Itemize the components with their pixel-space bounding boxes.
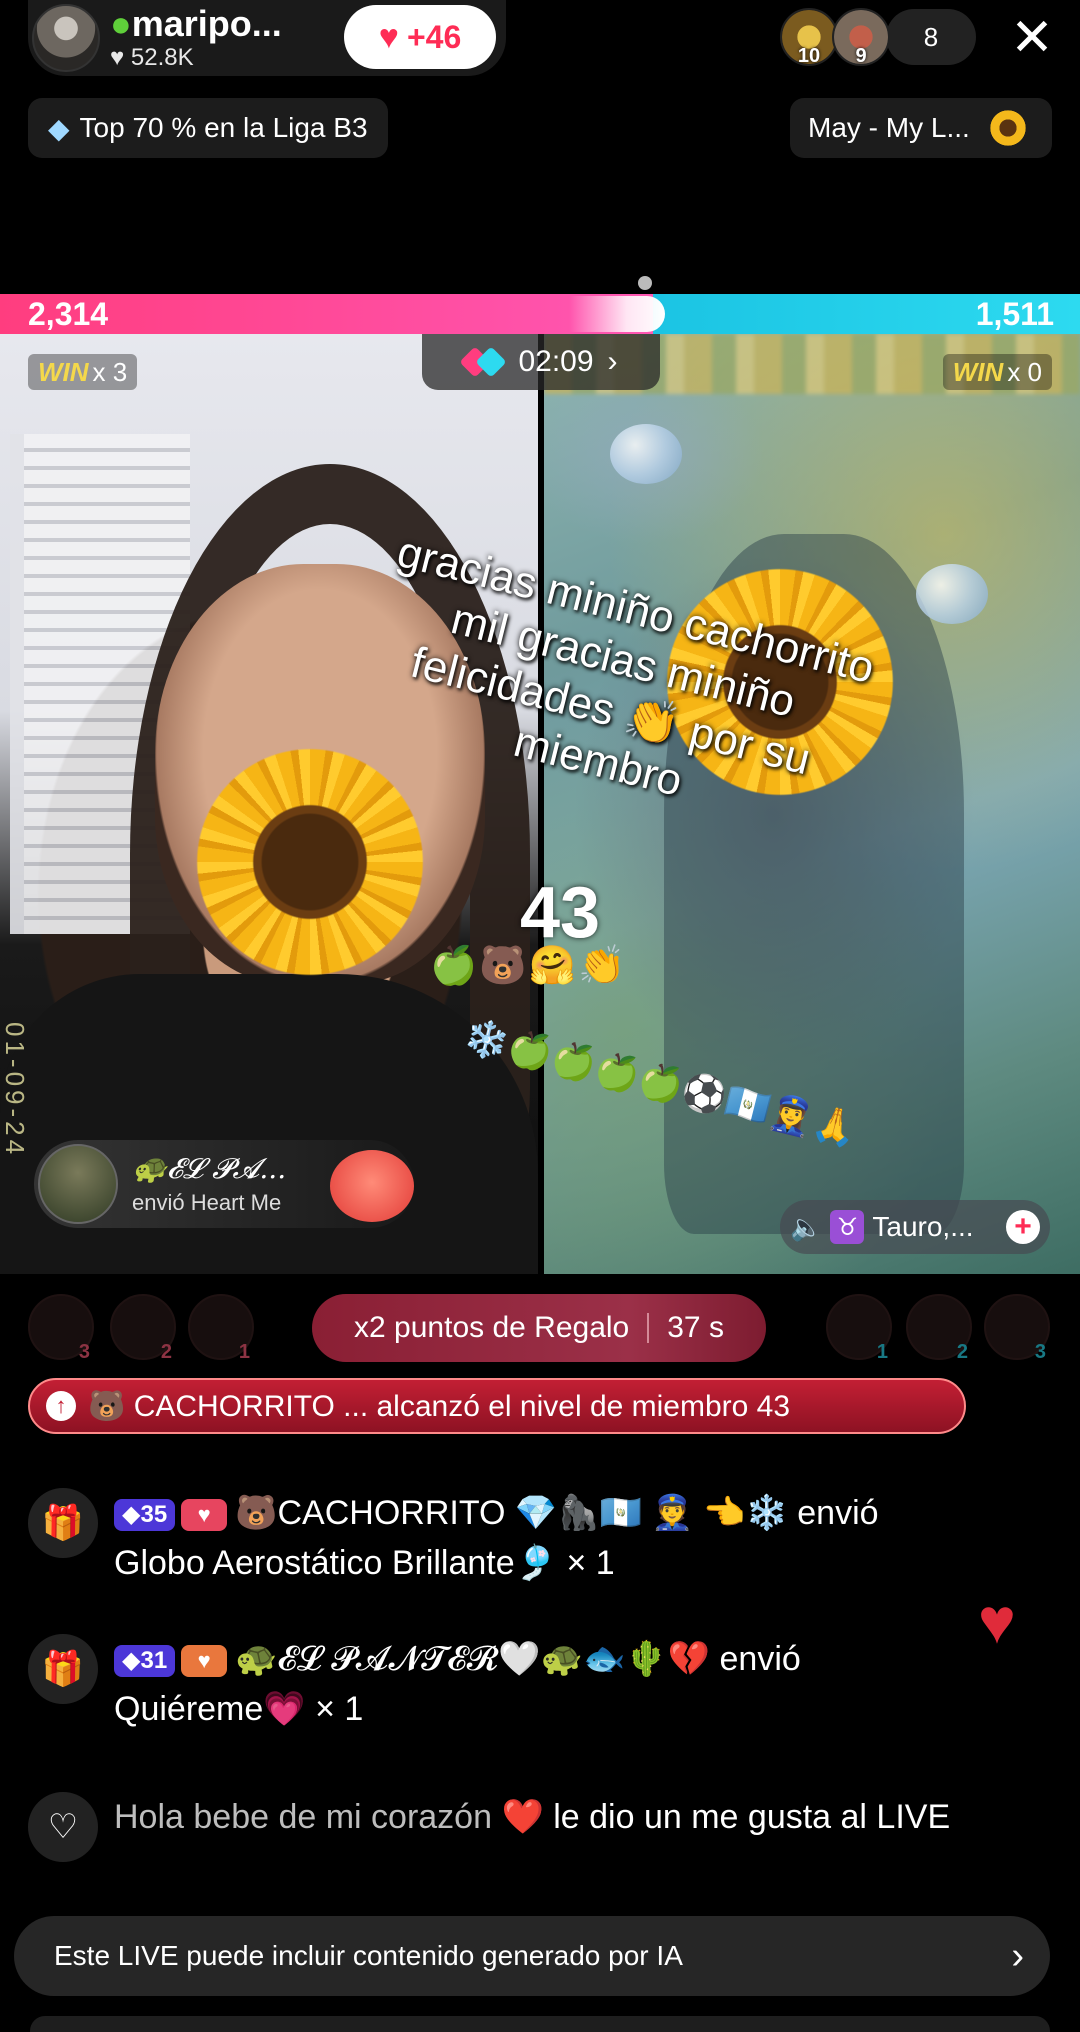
chevron-right-icon: ›: [607, 345, 618, 378]
bonus-points-pill[interactable]: x2 puntos de Regalo 37 s: [312, 1294, 766, 1362]
bottom-toolbar[interactable]: [30, 2016, 1050, 2032]
host-info: ●maripo... ♥ 52.8K: [110, 4, 310, 72]
gift-icon: 🎁: [28, 1634, 98, 1704]
gifter-rank-avatar[interactable]: 1: [188, 1294, 254, 1363]
level-badge: ◆ 35: [114, 1499, 176, 1532]
heart-icon: ♥: [378, 17, 399, 56]
up-arrow-icon: ↑: [46, 1391, 76, 1421]
host-profile-pill[interactable]: ●maripo... ♥ 52.8K ♥ +46: [28, 0, 506, 76]
top-viewers[interactable]: 10 9 8: [780, 8, 976, 67]
score-divider-streak: [569, 296, 665, 332]
heart-bubble-icon: [916, 564, 988, 624]
host-avatar[interactable]: [32, 4, 100, 72]
gift-name: Globo Aerostático Brillante🎐: [114, 1544, 557, 1582]
gifter-rank-avatar[interactable]: 2: [906, 1294, 972, 1363]
battle-icon: [464, 349, 504, 375]
fan-badge-icon: ♥: [181, 1499, 228, 1532]
battle-score-bar: 2,314 1,511: [0, 294, 1080, 334]
emoji-sticker-row: 🍏🐻🤗👏: [430, 945, 628, 987]
chat-message[interactable]: 🎁 ◆ 31 ♥ 🐢𝓔𝓛 𝓟𝓐𝓝𝓣𝓔𝓡🤍🐢🐟🌵💔 envió Quiéreme💗 ×…: [28, 1634, 1028, 1734]
taurus-icon: ♉: [830, 1210, 865, 1244]
bonus-label: x2 puntos de Regalo: [354, 1311, 630, 1344]
viewer-avatar[interactable]: 10: [780, 8, 838, 67]
chat-text: Hola bebe de mi corazón ❤️ le dio un me …: [114, 1798, 951, 1836]
gift-name: Quiéreme💗: [114, 1690, 306, 1728]
sender-avatar[interactable]: [38, 1144, 118, 1224]
sunflower-sticker: [190, 742, 430, 982]
toast-text: 🐢𝓔𝓛 𝓟𝓐... envió Heart Me: [132, 1152, 286, 1216]
win-counter-left: WIN x 3: [28, 354, 138, 390]
opponent-pill[interactable]: 🔈 ♉ Tauro,... +: [780, 1200, 1050, 1254]
diamond-icon: ◆: [48, 112, 70, 144]
gift-icon: 🎁: [28, 1488, 98, 1558]
floating-heart-icon: ♥: [978, 1585, 1016, 1657]
chat-message[interactable]: 🎁 ◆ 35 ♥ 🐻CACHORRITO 💎🦍🇬🇹 👮 👈❄️ envió Glob…: [28, 1488, 1028, 1588]
viewer-avatar[interactable]: 9: [832, 8, 890, 67]
score-left-fill: 2,314: [0, 294, 653, 334]
music-label: May - My L...: [808, 112, 970, 143]
gifter-rank-avatar[interactable]: 3: [28, 1294, 94, 1363]
gifter-rank-avatar[interactable]: 1: [826, 1294, 892, 1363]
viewer-count[interactable]: 8: [886, 9, 976, 65]
host-likes: ♥ 52.8K: [110, 44, 194, 71]
level-badge: ◆ 31: [114, 1645, 176, 1678]
chat-message[interactable]: ♡ Hola bebe de mi corazón ❤️ le dio un m…: [28, 1792, 1028, 1862]
sender-name: 🐢𝓔𝓛 𝓟𝓐...: [132, 1152, 287, 1185]
date-watermark: 01-09-24: [0, 1022, 30, 1159]
divider: [647, 1313, 650, 1343]
close-icon[interactable]: ✕: [1008, 12, 1056, 64]
chat-username[interactable]: 🐻CACHORRITO 💎🦍🇬🇹 👮 👈❄️: [235, 1494, 788, 1532]
opponent-name: Tauro,...: [872, 1211, 974, 1242]
follow-button[interactable]: ♥ +46: [344, 5, 496, 69]
fan-badge-icon: ♥: [181, 1645, 228, 1678]
chevron-right-icon: ›: [1011, 1934, 1024, 1977]
chat-text: ◆ 35 ♥ 🐻CACHORRITO 💎🦍🇬🇹 👮 👈❄️ envió Globo …: [114, 1494, 879, 1582]
sunflower-icon: [987, 108, 1028, 148]
heart-outline-icon: ♡: [28, 1792, 98, 1862]
member-level-banner: ↑ 🐻 CACHORRITO ... alcanzó el nivel de m…: [28, 1378, 966, 1434]
drag-handle[interactable]: [638, 276, 652, 290]
win-counter-right: WIN x 0: [942, 354, 1052, 390]
follow-opponent-button[interactable]: +: [1006, 1210, 1040, 1244]
gift-action: envió Heart Me: [132, 1190, 282, 1215]
score-right: 1,511: [975, 296, 1054, 332]
gifter-rank-avatar[interactable]: 3: [984, 1294, 1050, 1363]
score-right-fill: 1,511: [653, 294, 1080, 334]
mute-icon[interactable]: 🔈: [790, 1212, 822, 1243]
heart-bubble-icon: [610, 424, 682, 484]
host-name: ●maripo...: [110, 3, 282, 44]
shirt-shape: [0, 974, 538, 1274]
music-pill[interactable]: May - My L...: [790, 98, 1052, 158]
timer-value: 02:09: [518, 345, 594, 378]
gifter-rank-avatar[interactable]: 2: [110, 1294, 176, 1363]
league-label: Top 70 % en la Liga B3: [79, 112, 368, 143]
heart-gift-icon: [330, 1150, 414, 1222]
battle-timer[interactable]: 02:09 ›: [422, 334, 660, 390]
member-level-number: 43: [520, 873, 601, 953]
chat-text: ◆ 31 ♥ 🐢𝓔𝓛 𝓟𝓐𝓝𝓣𝓔𝓡🤍🐢🐟🌵💔 envió Quiéreme💗 × 1: [114, 1640, 801, 1728]
level-banner-text: 🐻 CACHORRITO ... alcanzó el nivel de mie…: [88, 1389, 791, 1423]
score-left: 2,314: [28, 296, 109, 332]
chat-username[interactable]: 🐢𝓔𝓛 𝓟𝓐𝓝𝓣𝓔𝓡🤍🐢🐟🌵💔: [235, 1640, 710, 1678]
heart-icon: ♥: [110, 44, 131, 71]
ai-notice-text: Este LIVE puede incluir contenido genera…: [54, 1940, 683, 1971]
ai-content-notice[interactable]: Este LIVE puede incluir contenido genera…: [14, 1916, 1050, 1996]
bonus-countdown: 37 s: [667, 1311, 724, 1344]
league-pill[interactable]: ◆ Top 70 % en la Liga B3: [28, 98, 388, 158]
chat-username[interactable]: Hola bebe de mi corazón ❤️: [114, 1798, 544, 1836]
apple-icon: ●: [110, 3, 132, 44]
